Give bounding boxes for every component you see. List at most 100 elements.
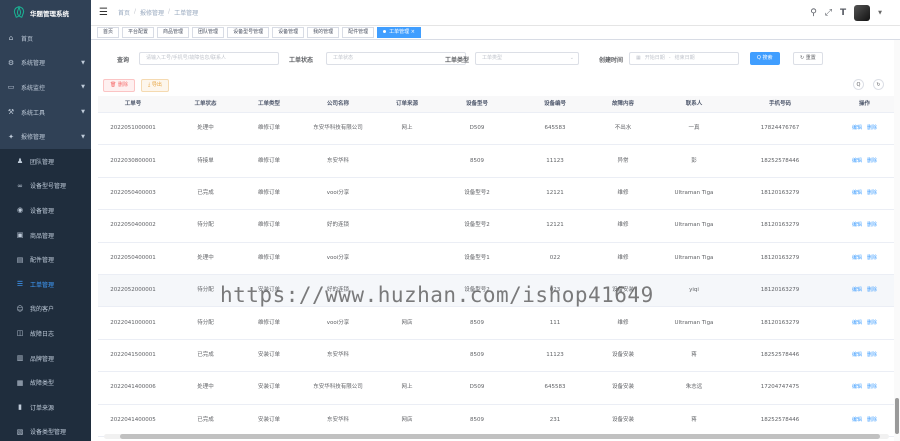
tool-icon: ⚒ — [7, 108, 15, 117]
tag-item[interactable]: 团队管理 — [192, 27, 225, 38]
table-row[interactable]: 2022051000001 处理中 维修订单 东安华科技有限公司 网上 D509 64558… — [98, 113, 900, 146]
font-size-icon[interactable]: T — [840, 8, 846, 18]
breadcrumb-item[interactable]: 首页 — [118, 8, 130, 17]
log-icon: ◫ — [16, 329, 24, 338]
search-icon[interactable]: ⚲ — [810, 8, 817, 18]
sidebar-item[interactable]: ▥ 品牌管理 — [0, 345, 91, 371]
edit-link[interactable]: 编辑 — [852, 287, 862, 294]
column-header: 订单来源 — [395, 101, 418, 107]
scrollbar-thumb[interactable] — [895, 398, 899, 434]
search-button[interactable]: Q 搜索 — [750, 52, 780, 65]
delete-link[interactable]: 删除 — [867, 352, 877, 359]
row-actions: 编辑 删除 — [829, 352, 900, 359]
sidebar-item[interactable]: ☺ 我的客户 — [0, 296, 91, 322]
sidebar-item[interactable]: ☰ 工单管理 — [0, 271, 91, 297]
table-row[interactable]: 2022050400003 已完成 维修订单 vooi分享 设备型号2 12121 维修 Ul… — [98, 178, 900, 211]
table-cell: 023 — [549, 287, 561, 294]
table-row[interactable]: 2022041400006 处理中 安装订单 东安华科技有限公司 网上 D509 64558… — [98, 372, 900, 405]
tag-item[interactable]: 配件管理 — [342, 27, 375, 38]
edit-link[interactable]: 编辑 — [852, 190, 862, 197]
edit-link[interactable]: 编辑 — [852, 255, 862, 262]
breadcrumb-item: 报修管理 — [140, 10, 165, 17]
refresh-button[interactable]: ↻ — [873, 79, 884, 90]
tag-item[interactable]: 首页 — [97, 27, 120, 38]
delete-link[interactable]: 删除 — [867, 255, 877, 262]
scrollbar-thumb[interactable] — [120, 434, 880, 439]
sidebar-item[interactable]: ▤ 配件管理 — [0, 247, 91, 272]
table-cell: 645583 — [544, 125, 566, 132]
hamburger-icon[interactable]: ☰ — [99, 7, 108, 18]
sidebar-item[interactable]: ♟ 团队管理 — [0, 148, 91, 174]
edit-link[interactable]: 编辑 — [852, 320, 862, 327]
customer-icon: ☺ — [16, 304, 24, 313]
sidebar-item-label: 系统管理 — [21, 60, 46, 68]
table-header: 工单号 工单状态 工单类型 公司名称 订单来源 设备型号 设备编号 故障内容 联系人 手机号码 操作 — [98, 96, 900, 113]
table-cell: 维修订单 — [257, 254, 280, 261]
sidebar-item[interactable]: ⚒ 系统工具 ▼ — [0, 100, 91, 125]
delete-button[interactable]: 🗑 删除 — [103, 79, 135, 92]
edit-link[interactable]: 编辑 — [852, 125, 862, 132]
delete-link[interactable]: 删除 — [867, 320, 877, 327]
sidebar-item[interactable]: ▦ 故障类型 — [0, 370, 91, 395]
breadcrumb-separator: / — [168, 8, 171, 15]
date-range-picker[interactable]: ▦ 开始日期 - 结束日期 — [629, 52, 739, 65]
user-icon: ♟ — [16, 157, 24, 166]
avatar[interactable] — [854, 5, 871, 21]
sidebar-item[interactable]: ▮ 订单来源 — [0, 394, 91, 420]
toggle-search-button[interactable]: Q — [853, 79, 864, 90]
table-cell: 维修 — [617, 222, 629, 229]
query-input[interactable]: 请输入工号/手机号/故障信息/联系人 — [139, 52, 279, 65]
table-cell: 12121 — [546, 222, 564, 229]
delete-link[interactable]: 删除 — [867, 190, 877, 197]
table-row[interactable]: 2022052000001 待分配 安装订单 好的连锁 设备型号2 023 设备安装 yiqi… — [98, 274, 900, 308]
table-row[interactable]: 2022041500001 已完成 安装订单 东安华科 8509 11123 设备安装 蒋 18… — [98, 340, 900, 373]
table-row[interactable]: 2022030800001 待接单 维修订单 东安华科 8509 11123 异常 彭 1825… — [98, 145, 900, 178]
caret-down-icon[interactable]: ▼ — [878, 10, 882, 16]
tag-item[interactable]: 设备管理 — [272, 27, 305, 38]
table-row[interactable]: 2022050400002 待分配 维修订单 好的连锁 设备型号2 12121 维修 Ultr… — [98, 210, 900, 243]
delete-link[interactable]: 删除 — [867, 287, 877, 294]
table-row[interactable]: 2022050400001 处理中 维修订单 vooi分享 设备型号1 022 维修 Ultr… — [98, 243, 900, 275]
sidebar-item[interactable]: ▣ 商品管理 — [0, 222, 91, 248]
delete-link[interactable]: 删除 — [867, 125, 877, 132]
table-row[interactable]: 2022041400005 已完成 安装订单 东安华科 网店 8509 231 设备安装 蒋 18… — [98, 405, 900, 437]
tag-item[interactable]: 商品管理 — [157, 27, 190, 38]
sidebar-item[interactable]: ✦ 报修管理 ▼ — [0, 124, 91, 149]
sidebar: 华题管理系统 ⌂ 首页 ⚙ 系统管理 ▼ ▭ 系统监控 ▼ ⚒ 系统工具 ▼ ✦ 报修管理 ▼ ♟ 团队管理 ∞… — [0, 0, 91, 441]
delete-link[interactable]: 删除 — [867, 222, 877, 229]
edit-link[interactable]: 编辑 — [852, 158, 862, 165]
sidebar-item[interactable]: ⚙ 系统管理 ▼ — [0, 51, 91, 76]
table-cell: 安装订单 — [257, 351, 280, 358]
delete-link[interactable]: 删除 — [867, 384, 877, 391]
export-button[interactable]: ⤓ 导出 — [141, 79, 169, 92]
horizontal-scrollbar[interactable] — [104, 434, 889, 439]
vertical-scrollbar[interactable] — [894, 40, 900, 441]
edit-link[interactable]: 编辑 — [852, 352, 862, 359]
delete-link[interactable]: 删除 — [867, 158, 877, 165]
sidebar-item[interactable]: ◉ 设备管理 — [0, 198, 91, 223]
tag-item[interactable]: 工单管理 × — [377, 27, 421, 38]
sidebar-item[interactable]: ∞ 设备型号管理 — [0, 173, 91, 199]
edit-link[interactable]: 编辑 — [852, 417, 862, 424]
tag-item[interactable]: 我的管理 — [307, 27, 340, 38]
tag-item[interactable]: 设备型号管理 — [227, 27, 270, 38]
table-row[interactable]: 2022041000001 待分配 维修订单 vooi分享 网店 8509 111 维修 Ult… — [98, 307, 900, 340]
fullscreen-icon[interactable]: ⤢ — [825, 8, 832, 18]
table-cell: 维修 — [617, 189, 629, 196]
type-select[interactable]: 工单类型 ⌄ — [475, 52, 579, 65]
delete-link[interactable]: 删除 — [867, 417, 877, 424]
edit-link[interactable]: 编辑 — [852, 384, 862, 391]
tag-item[interactable]: 平台配置 — [122, 27, 155, 38]
sidebar-item[interactable]: ▧ 设备类型管理 — [0, 419, 91, 441]
table-cell: 维修 — [617, 319, 629, 326]
brand[interactable]: 华题管理系统 — [0, 0, 91, 26]
sidebar-item[interactable]: ◫ 故障日志 — [0, 321, 91, 346]
table-cell: 网店 — [401, 319, 413, 326]
reset-button[interactable]: ↻ 重置 — [793, 52, 823, 65]
sidebar-item[interactable]: ⌂ 首页 — [0, 26, 91, 51]
table-body: 2022051000001 处理中 维修订单 东安华科技有限公司 网上 D509 64558… — [98, 113, 900, 437]
table-cell: 设备安装 — [611, 287, 634, 294]
table-cell: 网上 — [401, 384, 413, 391]
sidebar-item[interactable]: ▭ 系统监控 ▼ — [0, 75, 91, 100]
edit-link[interactable]: 编辑 — [852, 222, 862, 229]
